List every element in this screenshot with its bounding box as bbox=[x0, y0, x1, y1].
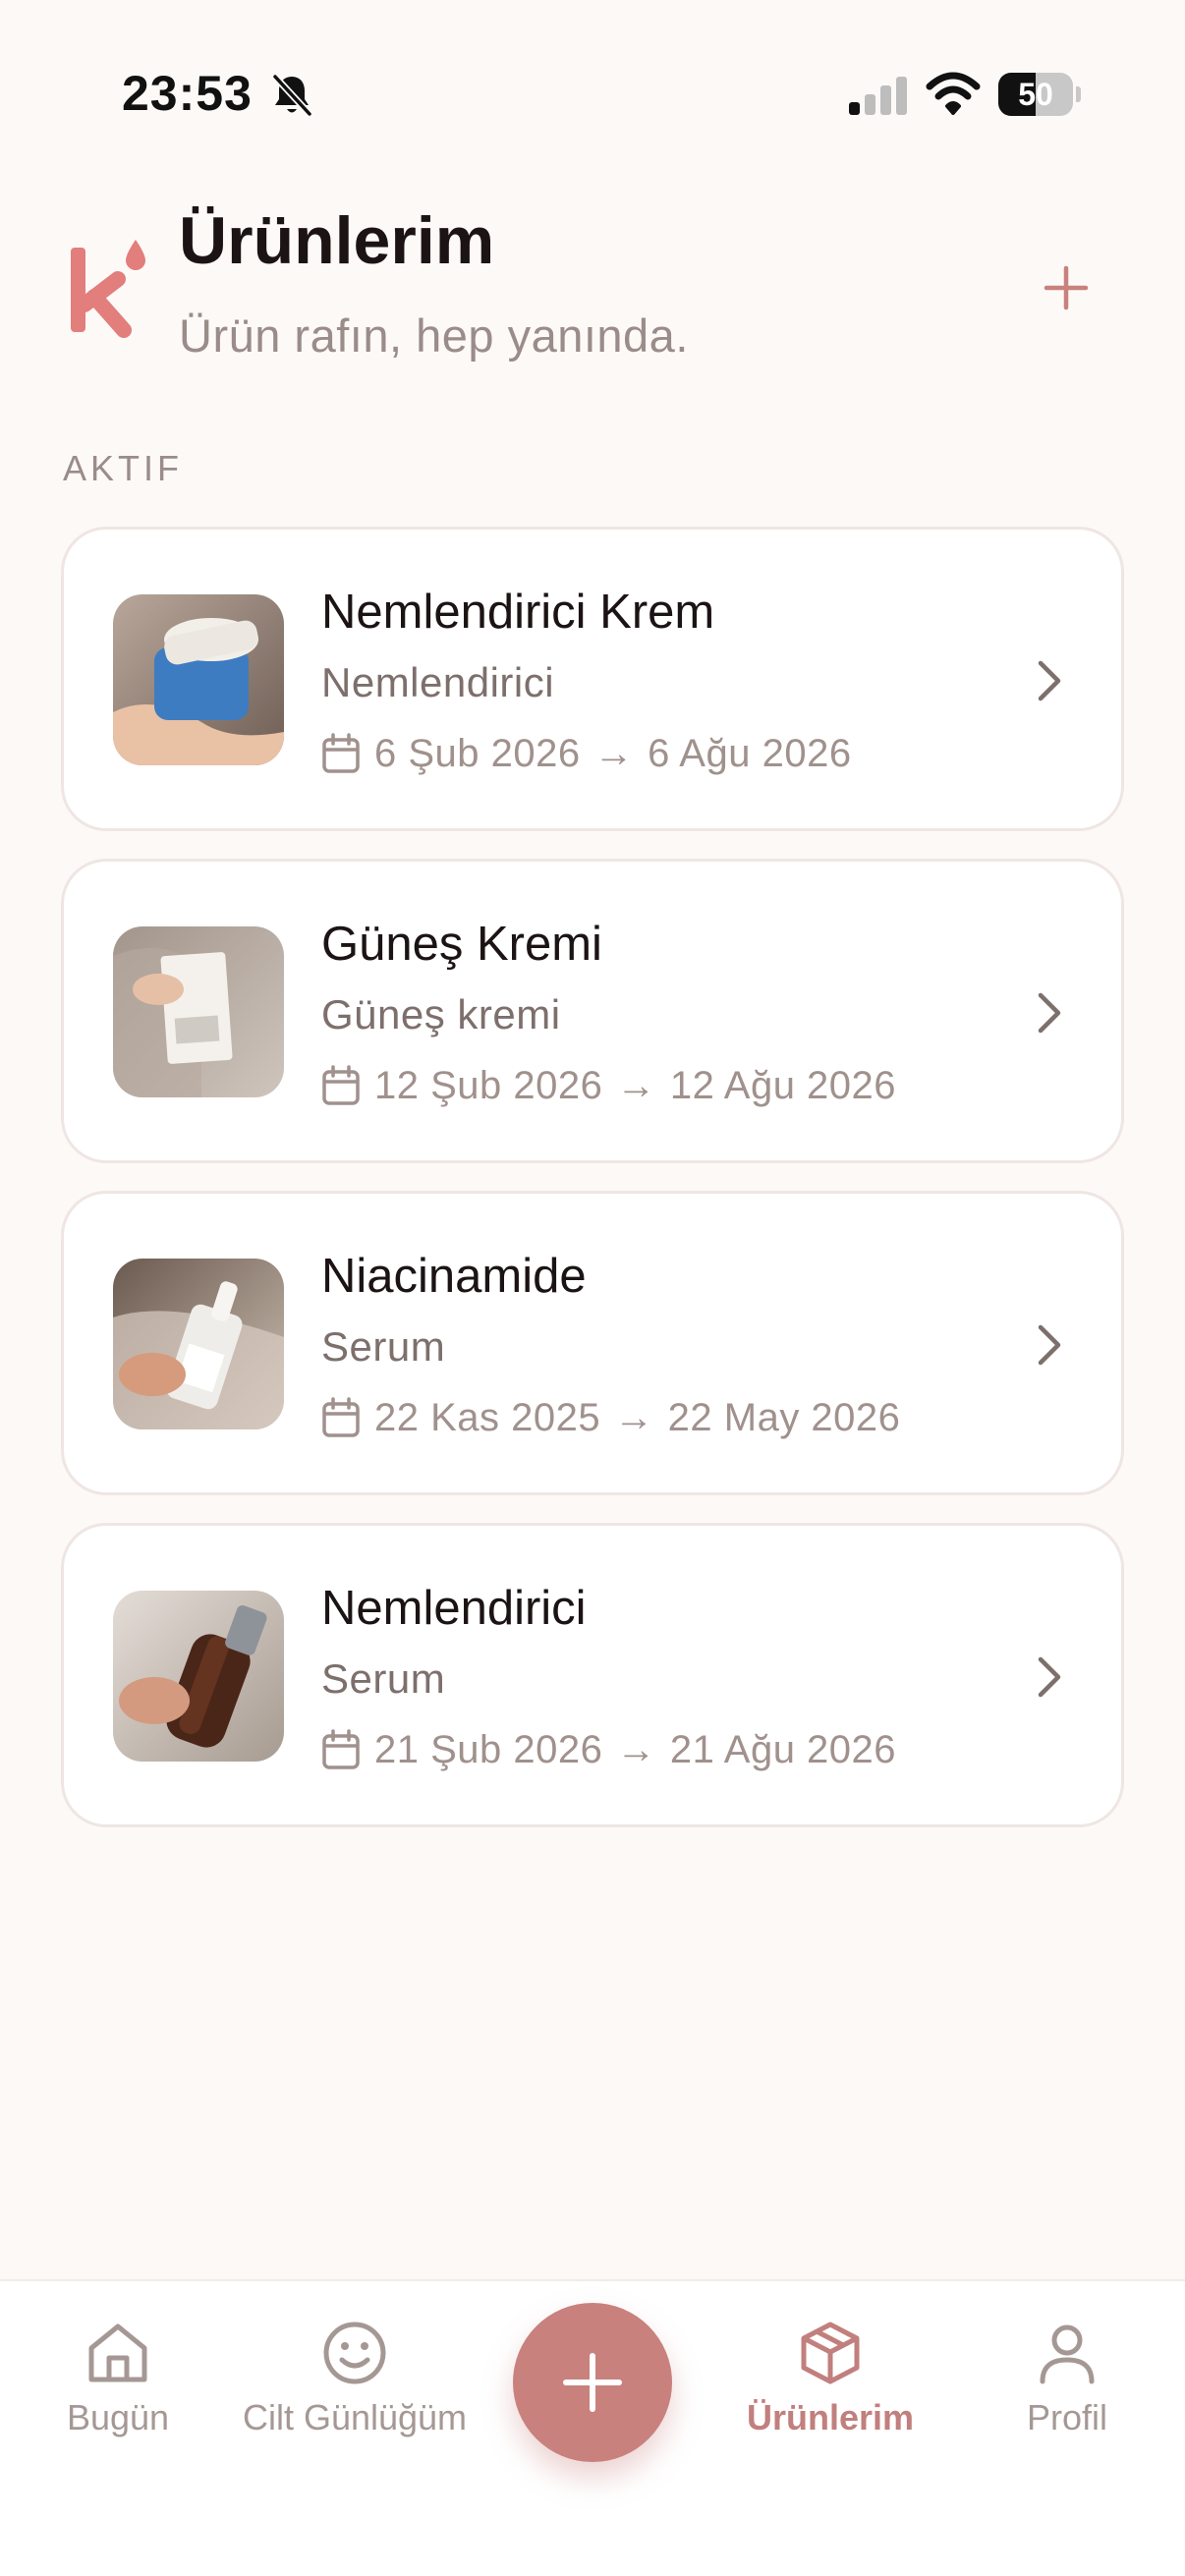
battery-icon: 50 bbox=[998, 73, 1081, 116]
product-dates: 6 Şub 2026 → 6 Ağu 2026 bbox=[321, 730, 852, 777]
plus-icon bbox=[1044, 265, 1089, 310]
calendar-icon bbox=[322, 1729, 360, 1769]
product-category: Nemlendirici bbox=[321, 659, 555, 705]
product-name: Niacinamide bbox=[321, 1250, 587, 1303]
calendar-icon bbox=[322, 1065, 360, 1105]
section-label-active: AKTIF bbox=[63, 448, 184, 488]
product-category: Güneş kremi bbox=[321, 991, 561, 1037]
product-card[interactable]: Nemlendirici Serum 21 Şub 2026 → 21 Ağu … bbox=[61, 1523, 1124, 1827]
start-date: 6 Şub 2026 bbox=[374, 731, 581, 775]
bottom-nav: Bugün Cilt Günlüğüm Ürünlerim Profil bbox=[0, 2279, 1185, 2576]
product-name: Nemlendirici bbox=[321, 1582, 587, 1635]
home-icon bbox=[88, 2324, 147, 2382]
date-arrow: → bbox=[593, 731, 635, 775]
box-icon bbox=[801, 2322, 860, 2384]
page-subtitle: Ürün rafın, hep yanında. bbox=[179, 309, 689, 362]
chevron-right-icon bbox=[1038, 1324, 1061, 1366]
nav-item-cilt-gunlugum[interactable]: Cilt Günlüğüm bbox=[222, 2281, 487, 2478]
add-entry-fab[interactable] bbox=[513, 2303, 672, 2462]
product-name: Nemlendirici Krem bbox=[321, 586, 715, 639]
plus-icon bbox=[563, 2353, 622, 2412]
start-date: 12 Şub 2026 bbox=[374, 1063, 603, 1107]
date-arrow: → bbox=[616, 1063, 656, 1107]
calendar-icon bbox=[322, 1397, 360, 1437]
end-date: 6 Ağu 2026 bbox=[648, 731, 852, 775]
user-icon bbox=[1040, 2324, 1095, 2384]
calendar-icon bbox=[322, 733, 360, 773]
nav-label: Ürünlerim bbox=[746, 2397, 915, 2437]
nav-label: Profil bbox=[1026, 2397, 1108, 2437]
nav-label: Bugün bbox=[66, 2397, 170, 2437]
product-image bbox=[113, 1259, 284, 1429]
date-arrow: → bbox=[614, 1395, 654, 1439]
chevron-right-icon bbox=[1038, 660, 1061, 701]
product-name: Güneş Kremi bbox=[321, 918, 602, 971]
app-logo-icon bbox=[71, 240, 145, 338]
end-date: 22 May 2026 bbox=[667, 1395, 901, 1439]
status-time: 23:53 bbox=[122, 66, 253, 121]
product-card[interactable]: Niacinamide Serum 22 Kas 2025 → 22 May 2… bbox=[61, 1191, 1124, 1495]
chevron-right-icon bbox=[1038, 992, 1061, 1034]
product-dates: 21 Şub 2026 → 21 Ağu 2026 bbox=[321, 1726, 896, 1773]
bell-muted-icon bbox=[272, 74, 312, 117]
end-date: 21 Ağu 2026 bbox=[669, 1727, 897, 1771]
nav-item-bugun[interactable]: Bugün bbox=[39, 2281, 197, 2478]
product-category: Serum bbox=[321, 1323, 446, 1370]
add-product-button[interactable] bbox=[1032, 253, 1100, 322]
product-image bbox=[113, 926, 284, 1097]
product-card[interactable]: Nemlendirici Krem Nemlendirici 6 Şub 202… bbox=[61, 527, 1124, 831]
status-bar: 23:53 50 bbox=[0, 0, 1185, 187]
chevron-right-icon bbox=[1038, 1656, 1061, 1698]
product-card[interactable]: Güneş Kremi Güneş kremi 12 Şub 2026 → 12… bbox=[61, 859, 1124, 1163]
signal-icon bbox=[849, 77, 907, 115]
nav-item-urunlerim[interactable]: Ürünlerim bbox=[727, 2281, 933, 2478]
product-category: Serum bbox=[321, 1655, 446, 1702]
end-date: 12 Ağu 2026 bbox=[669, 1063, 897, 1107]
start-date: 21 Şub 2026 bbox=[374, 1727, 603, 1771]
nav-item-profil[interactable]: Profil bbox=[988, 2281, 1146, 2478]
page-title: Ürünlerim bbox=[179, 203, 495, 278]
product-dates: 22 Kas 2025 → 22 May 2026 bbox=[321, 1394, 900, 1441]
battery-level: 50 bbox=[1018, 77, 1053, 112]
product-image bbox=[113, 1591, 284, 1762]
start-date: 22 Kas 2025 bbox=[374, 1395, 601, 1439]
nav-label: Cilt Günlüğüm bbox=[242, 2397, 468, 2437]
date-arrow: → bbox=[616, 1727, 656, 1771]
product-image bbox=[113, 594, 284, 765]
smile-icon bbox=[323, 2322, 386, 2384]
wifi-icon bbox=[926, 72, 981, 115]
product-dates: 12 Şub 2026 → 12 Ağu 2026 bbox=[321, 1062, 896, 1109]
